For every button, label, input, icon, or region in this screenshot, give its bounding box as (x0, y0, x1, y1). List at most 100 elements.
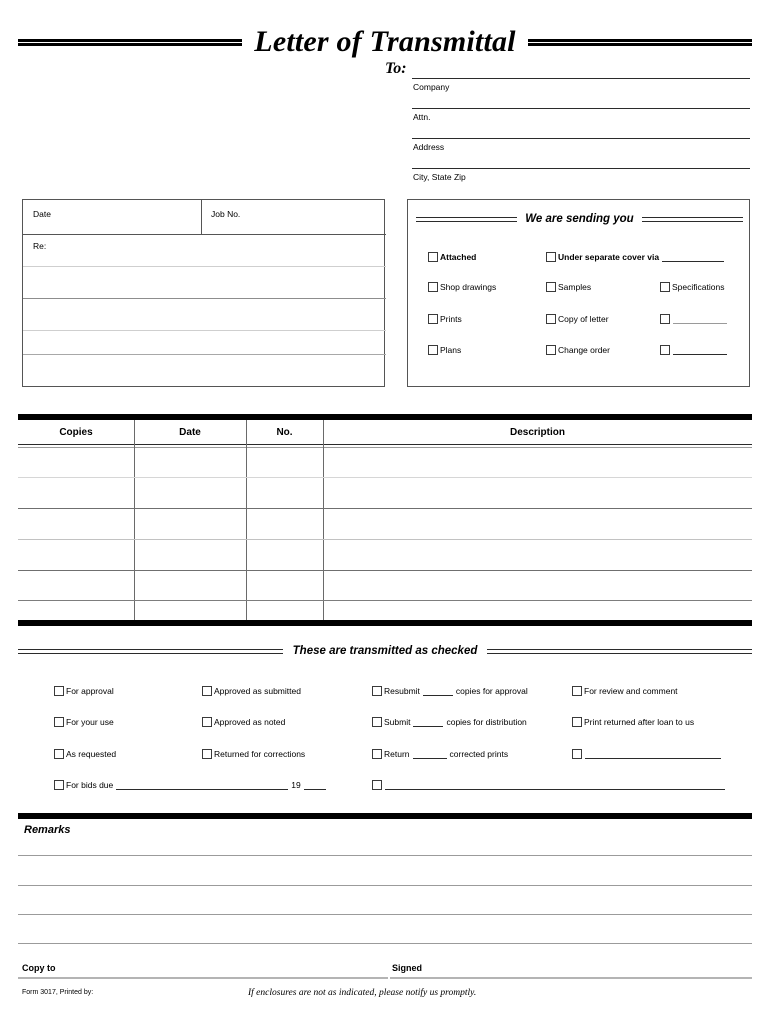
transmitted-blank-1-write-in[interactable] (585, 749, 721, 759)
checkbox-icon[interactable] (54, 749, 64, 759)
checkbox-attached[interactable]: Attached (428, 252, 476, 262)
checkbox-copy-of-letter[interactable]: Copy of letter (546, 314, 609, 324)
checkbox-transmitted-blank-wide[interactable] (372, 780, 728, 790)
checkbox-icon[interactable] (372, 717, 382, 727)
sending-blank-1-write-in[interactable] (673, 314, 727, 324)
checkbox-icon[interactable] (54, 780, 64, 790)
checkbox-print-returned-after-loan-to-us[interactable]: Print returned after loan to us (572, 717, 694, 727)
checkbox-icon[interactable] (572, 717, 582, 727)
checkbox-icon[interactable] (572, 749, 582, 759)
form-title-banner: Letter of Transmittal (18, 20, 753, 64)
table-row[interactable] (18, 508, 752, 509)
info-box-rule-4[interactable] (23, 330, 386, 331)
checkbox-sending-blank-1[interactable] (660, 314, 730, 324)
checkbox-resubmit-copies-for-approval[interactable]: Resubmit copies for approval (372, 686, 528, 696)
enclosure-notice: If enclosures are not as indicated, plea… (248, 988, 477, 998)
checkbox-for-review-and-comment[interactable]: For review and comment (572, 686, 678, 696)
checkbox-icon[interactable] (660, 282, 670, 292)
signed-line[interactable] (390, 977, 752, 979)
checkbox-icon[interactable] (428, 252, 438, 262)
checkbox-label: For bids due (66, 780, 114, 790)
sending-blank-2-write-in[interactable] (673, 345, 727, 355)
remarks-line[interactable] (18, 914, 752, 915)
transmittal-form-page: Letter of Transmittal To: Company Attn. … (0, 0, 770, 1024)
checkbox-approved-as-noted[interactable]: Approved as noted (202, 717, 285, 727)
checkbox-icon[interactable] (372, 686, 382, 696)
checkbox-approved-as-submitted[interactable]: Approved as submitted (202, 686, 301, 696)
checkbox-icon[interactable] (546, 282, 556, 292)
checkbox-for-approval[interactable]: For approval (54, 686, 114, 696)
under-separate-cover-write-in[interactable] (662, 252, 725, 262)
checkbox-icon[interactable] (546, 252, 556, 262)
checkbox-icon[interactable] (202, 749, 212, 759)
copy-to-label: Copy to (22, 963, 56, 973)
checkbox-icon[interactable] (54, 717, 64, 727)
checkbox-specifications[interactable]: Specifications (660, 282, 724, 292)
checkbox-icon[interactable] (546, 345, 556, 355)
table-row[interactable] (18, 477, 752, 478)
bids-due-year-write-in[interactable] (303, 780, 326, 790)
checkbox-transmitted-blank-1[interactable] (572, 749, 724, 759)
to-label: To: (385, 60, 407, 77)
checkbox-prints[interactable]: Prints (428, 314, 462, 324)
info-box-rule-2[interactable] (23, 266, 386, 267)
checkbox-icon[interactable] (428, 345, 438, 355)
items-table-top-bar (18, 414, 752, 420)
table-row[interactable] (18, 570, 752, 571)
checkbox-icon[interactable] (660, 345, 670, 355)
info-box-rule-1 (23, 234, 386, 235)
info-box-rule-5[interactable] (23, 354, 386, 355)
checkbox-samples[interactable]: Samples (546, 282, 591, 292)
remarks-line[interactable] (18, 943, 752, 944)
checkbox-label: Approved as submitted (214, 686, 301, 696)
checkbox-icon[interactable] (428, 282, 438, 292)
checkbox-for-your-use[interactable]: For your use (54, 717, 114, 727)
checkbox-change-order[interactable]: Change order (546, 345, 610, 355)
checkbox-icon[interactable] (54, 686, 64, 696)
checkbox-as-requested[interactable]: As requested (54, 749, 116, 759)
checkbox-shop-drawings[interactable]: Shop drawings (428, 282, 496, 292)
checkbox-icon[interactable] (202, 717, 212, 727)
checkbox-under-separate-cover-via[interactable]: Under separate cover via (546, 252, 727, 262)
checkbox-label: Copy of letter (558, 314, 609, 324)
table-row[interactable] (18, 539, 752, 540)
table-row[interactable] (18, 600, 752, 601)
remarks-line[interactable] (18, 855, 752, 856)
remarks-label: Remarks (24, 824, 71, 836)
re-label: Re: (33, 241, 47, 251)
info-box-rule-3[interactable] (23, 298, 386, 299)
column-header-copies: Copies (59, 427, 93, 438)
to-field-city-state-zip-line[interactable] (412, 168, 750, 169)
checkbox-submit-copies-for-distribution[interactable]: Submit copies for distribution (372, 717, 527, 727)
sending-heading-rule-left (416, 216, 518, 222)
column-header-date: Date (179, 427, 201, 438)
to-field-company-line[interactable] (412, 78, 750, 79)
checkbox-icon[interactable] (372, 749, 382, 759)
checkbox-label: Approved as noted (214, 717, 286, 727)
to-field-address-line[interactable] (412, 138, 750, 139)
checkbox-label: Shop drawings (440, 282, 497, 292)
bids-due-year-prefix: 19 (291, 780, 301, 790)
checkbox-icon[interactable] (660, 314, 670, 324)
copy-to-line[interactable] (18, 977, 388, 979)
transmitted-blank-wide-write-in[interactable] (385, 780, 725, 790)
checkbox-icon[interactable] (572, 686, 582, 696)
remarks-line[interactable] (18, 885, 752, 886)
items-table-header-rule-2 (18, 447, 752, 448)
to-field-address-caption: Address (413, 142, 445, 152)
checkbox-returned-for-corrections[interactable]: Returned for corrections (202, 749, 305, 759)
checkbox-sending-blank-2[interactable] (660, 345, 730, 355)
to-field-attn-line[interactable] (412, 108, 750, 109)
checkbox-label: Specifications (672, 282, 725, 292)
resubmit-count-write-in[interactable] (422, 686, 453, 696)
checkbox-return-corrected-prints[interactable]: Return corrected prints (372, 749, 508, 759)
bids-due-date-write-in[interactable] (116, 780, 289, 790)
submit-count-write-in[interactable] (413, 717, 444, 727)
checkbox-for-bids-due[interactable]: For bids due 19 (54, 780, 329, 790)
checkbox-icon[interactable] (372, 780, 382, 790)
checkbox-icon[interactable] (202, 686, 212, 696)
checkbox-plans[interactable]: Plans (428, 345, 461, 355)
checkbox-icon[interactable] (546, 314, 556, 324)
checkbox-icon[interactable] (428, 314, 438, 324)
return-count-write-in[interactable] (412, 749, 447, 759)
